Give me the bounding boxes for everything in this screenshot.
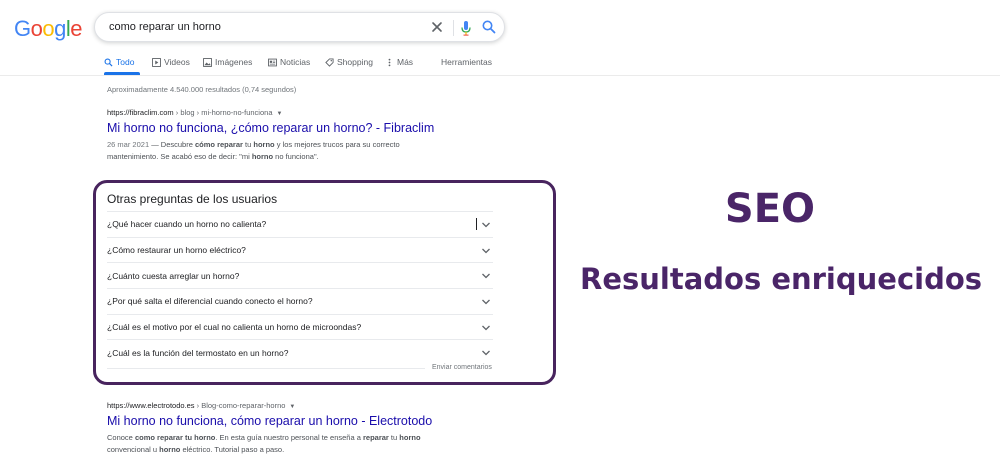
search-box[interactable]: como reparar un horno [94, 12, 505, 42]
people-also-ask-title: Otras preguntas de los usuarios [107, 192, 278, 206]
tab-label: Noticias [280, 57, 311, 67]
chevron-down-icon[interactable] [481, 298, 491, 306]
tab-label: Más [397, 57, 414, 67]
result-path: › Blog-como-reparar-horno [194, 401, 286, 410]
people-also-ask-list: ¿Qué hacer cuando un horno no calienta? … [107, 211, 493, 365]
text-cursor [476, 218, 477, 230]
search-input[interactable]: como reparar un horno [109, 21, 221, 33]
tab-imagenes[interactable]: Imágenes [203, 55, 252, 69]
tab-label: Herramientas [441, 57, 493, 67]
snippet-text: mantenimiento. Se acabó eso de decir: "m… [107, 152, 252, 161]
tab-label: Todo [116, 57, 135, 67]
seo-heading: SEO [724, 186, 816, 232]
news-icon [268, 58, 277, 66]
snippet-highlight: cómo reparar [194, 140, 243, 149]
tab-noticias[interactable]: Noticias [268, 55, 310, 69]
microphone-icon[interactable] [458, 19, 474, 37]
search-icon[interactable] [481, 19, 497, 35]
active-tab-indicator [104, 72, 140, 75]
chevron-down-icon[interactable] [481, 349, 491, 357]
search-result: https://fibraclim.com › blog › mi-horno-… [107, 108, 507, 163]
snippet-text: Conoce [107, 433, 135, 442]
chevron-down-icon[interactable] [481, 247, 491, 255]
search-result: https://www.electrotodo.es › Blog-como-r… [107, 401, 507, 456]
question-text: ¿Cómo restaurar un horno eléctrico? [107, 245, 246, 256]
question-item[interactable]: ¿Cuál es la función del termostato en un… [107, 339, 493, 365]
chevron-down-icon[interactable] [481, 221, 491, 229]
play-icon [152, 57, 161, 67]
snippet-text: . En esta guía nuestro personal te enseñ… [215, 433, 363, 442]
result-snippet: Conoce como reparar tu horno. En esta gu… [107, 432, 507, 456]
snippet-text: tu [242, 140, 254, 149]
tab-shopping[interactable]: Shopping [325, 55, 373, 69]
question-item[interactable]: ¿Cuánto cuesta arreglar un horno? [107, 262, 493, 288]
snippet-text: y los mejores trucos para su correcto [274, 140, 400, 149]
tab-label: Imágenes [215, 57, 253, 67]
google-logo[interactable]: Google [14, 16, 83, 42]
search-icon [104, 58, 113, 67]
question-text: ¿Cuánto cuesta arreglar un horno? [107, 270, 240, 281]
feedback-divider [107, 368, 425, 369]
logo-letter: o [30, 16, 43, 41]
more-icon [388, 58, 391, 66]
logo-letter: g [54, 16, 66, 41]
tab-label: Videos [164, 57, 190, 67]
chevron-down-icon[interactable] [481, 324, 491, 332]
tab-videos[interactable]: Videos [152, 55, 190, 69]
tab-herramientas[interactable]: Herramientas [441, 55, 492, 69]
logo-letter: G [14, 16, 31, 41]
close-icon[interactable] [428, 18, 446, 36]
tag-icon [325, 57, 334, 67]
snippet-highlight: reparar [362, 433, 389, 442]
question-text: ¿Por qué salta el diferencial cuando con… [107, 296, 313, 307]
question-item[interactable]: ¿Por qué salta el diferencial cuando con… [107, 288, 493, 314]
result-url[interactable]: https://fibraclim.com › blog › mi-horno-… [107, 108, 507, 117]
caret-down-icon[interactable]: ▼ [276, 111, 282, 117]
snippet-highlight: horno [159, 445, 181, 454]
image-icon [203, 57, 212, 67]
snippet-highlight: horno [251, 152, 274, 161]
result-stats: Aproximadamente 4.540.000 resultados (0,… [107, 85, 297, 94]
question-text: ¿Cuál es la función del termostato en un… [107, 347, 289, 358]
tab-label: Shopping [337, 57, 373, 67]
question-item[interactable]: ¿Cómo restaurar un horno eléctrico? [107, 236, 493, 263]
rich-results-heading: Resultados enriquecidos [580, 262, 983, 296]
result-domain: https://www.electrotodo.es [107, 401, 195, 410]
logo-letter: o [42, 16, 55, 41]
tab-mas[interactable]: Más [385, 55, 413, 69]
question-item[interactable]: ¿Qué hacer cuando un horno no calienta? [107, 211, 493, 237]
result-snippet: 26 mar 2021 — Descubre cómo reparar tu h… [107, 139, 507, 163]
caret-down-icon[interactable]: ▼ [289, 404, 295, 410]
search-divider [453, 20, 454, 36]
snippet-text: convencional u [107, 445, 160, 454]
snippet-highlight: horno [399, 433, 421, 442]
snippet-text: no funciona". [273, 152, 319, 161]
result-path: › blog › mi-horno-no-funciona [173, 108, 273, 117]
question-item[interactable]: ¿Cuál es el motivo por el cual no calien… [107, 313, 493, 340]
tab-todo[interactable]: Todo [104, 55, 134, 69]
snippet-text: — Descubre [149, 140, 195, 149]
snippet-highlight: como reparar tu horno [134, 433, 216, 442]
snippet-text: tu [388, 433, 400, 442]
snippet-highlight: horno [253, 140, 275, 149]
search-tabs: Todo Videos Imágenes Noticias Shopping M… [0, 52, 1000, 76]
snippet-text: eléctrico. Tutorial paso a paso. [180, 445, 285, 454]
result-date: 26 mar 2021 [107, 140, 150, 149]
result-title[interactable]: Mi horno no funciona, cómo reparar un ho… [107, 414, 507, 428]
feedback-link[interactable]: Enviar comentarios [432, 364, 492, 371]
result-url[interactable]: https://www.electrotodo.es › Blog-como-r… [107, 401, 507, 410]
chevron-down-icon[interactable] [481, 272, 491, 280]
result-domain: https://fibraclim.com [107, 108, 174, 117]
logo-letter: e [70, 16, 83, 41]
question-text: ¿Cuál es el motivo por el cual no calien… [107, 322, 362, 333]
question-text: ¿Qué hacer cuando un horno no calienta? [107, 219, 267, 230]
result-title[interactable]: Mi horno no funciona, ¿cómo reparar un h… [107, 121, 507, 135]
